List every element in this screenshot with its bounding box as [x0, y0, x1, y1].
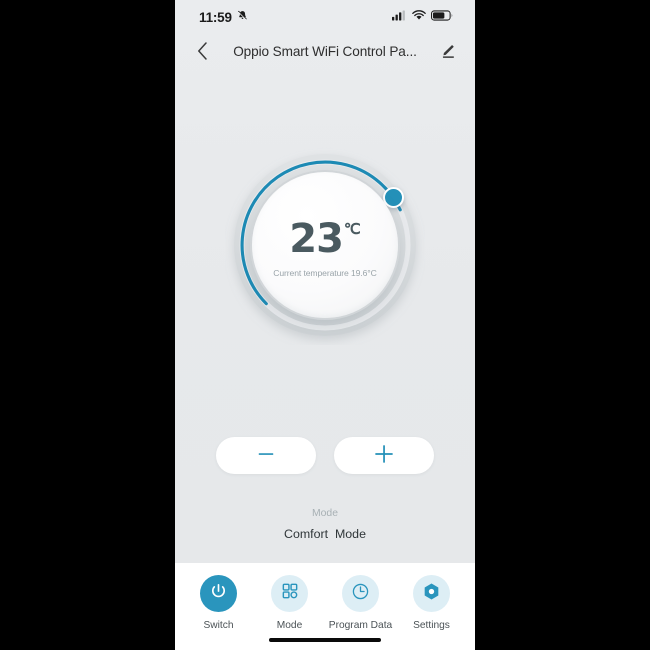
nav-item-settings[interactable]: Settings: [399, 575, 465, 631]
temperature-adjust-row: [175, 437, 475, 474]
target-temp-unit: ℃: [343, 220, 361, 238]
mode-value[interactable]: Comfort Mode: [175, 527, 475, 541]
nav-item-program-data[interactable]: Program Data: [328, 575, 394, 631]
power-icon: [209, 582, 228, 606]
status-clock: 11:59: [199, 9, 232, 25]
increase-temp-button[interactable]: [334, 437, 434, 474]
nav-label-program-data: Program Data: [328, 620, 393, 631]
clock-icon: [351, 582, 370, 606]
bottom-navigation-bar: Switch Mode Program Data Settings: [175, 563, 475, 650]
minus-icon: [256, 444, 276, 467]
grid-icon: [281, 582, 299, 605]
status-bar-right: [392, 8, 453, 26]
mode-icon-circle[interactable]: [271, 575, 308, 612]
battery-icon: [431, 8, 453, 26]
target-temp-value: 23: [289, 215, 344, 262]
title-bar: Oppio Smart WiFi Control Pa...: [175, 34, 475, 68]
decrease-temp-button[interactable]: [216, 437, 316, 474]
nav-label-settings: Settings: [413, 620, 450, 631]
phone-screen: 11:59 Oppio Smart WiFi Control Pa... 23 …: [175, 0, 475, 650]
screenshot-canvas: 11:59 Oppio Smart WiFi Control Pa... 23 …: [0, 0, 650, 650]
current-temperature-text: Current temperature 19.6°C: [273, 267, 377, 278]
mode-block: Mode Comfort Mode: [175, 508, 475, 541]
plus-icon: [373, 443, 395, 468]
cellular-signal-icon: [392, 8, 407, 26]
status-bar: 11:59: [175, 0, 475, 34]
status-bar-left: 11:59: [199, 8, 248, 26]
nav-item-switch[interactable]: Switch: [186, 575, 252, 631]
back-chevron-icon[interactable]: [191, 40, 213, 62]
hex-nut-icon: [422, 582, 441, 606]
page-title: Oppio Smart WiFi Control Pa...: [233, 43, 417, 59]
nav-item-mode[interactable]: Mode: [257, 575, 323, 631]
dial-inner-face: 23 ℃ Current temperature 19.6°C: [252, 172, 398, 318]
thermostat-dial[interactable]: 23 ℃ Current temperature 19.6°C: [225, 145, 425, 345]
nav-label-switch: Switch: [203, 620, 234, 631]
settings-icon-circle[interactable]: [413, 575, 450, 612]
wifi-icon: [412, 8, 426, 26]
bell-muted-icon: [237, 8, 248, 26]
nav-label-mode: Mode: [276, 620, 303, 631]
mode-label: Mode: [312, 508, 338, 519]
home-indicator: [269, 637, 381, 642]
pencil-edit-icon[interactable]: [437, 40, 459, 62]
target-temperature: 23 ℃: [289, 219, 361, 259]
switch-icon-circle[interactable]: [200, 575, 237, 612]
program-data-icon-circle[interactable]: [342, 575, 379, 612]
